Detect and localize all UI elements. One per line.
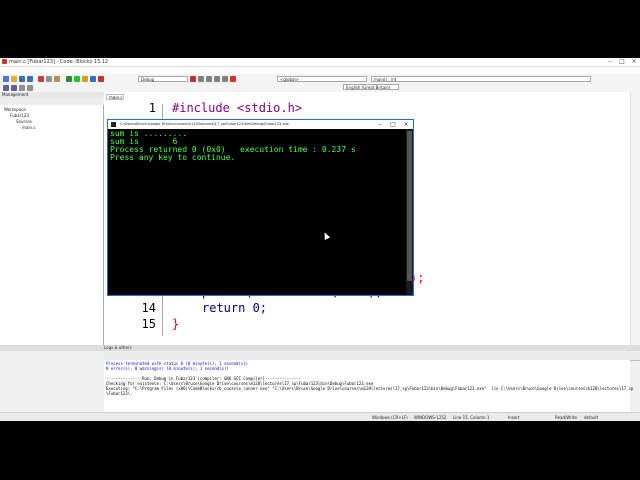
console-line: Press any key to continue. xyxy=(110,153,236,162)
toggle-bookmark-icon[interactable] xyxy=(19,85,25,91)
editor-tab-main-c[interactable]: main.c xyxy=(106,94,124,100)
abort-icon[interactable] xyxy=(98,76,104,82)
jump-forward-icon[interactable] xyxy=(11,85,17,91)
status-access: Read/Write xyxy=(555,415,577,420)
status-bar: Windows (CR+LF) WINDOWS-1252 Line 15, Co… xyxy=(0,412,640,421)
codeblocks-icon xyxy=(2,59,7,64)
tree-node[interactable]: Fubar123 xyxy=(10,113,29,118)
run-icon[interactable] xyxy=(74,76,80,82)
code-line: return 0; xyxy=(202,301,268,315)
console-minimize-button[interactable]: – xyxy=(374,120,386,129)
next-line-icon[interactable] xyxy=(206,76,212,82)
console-close-button[interactable]: × xyxy=(400,120,412,129)
scope-select[interactable]: <global> xyxy=(277,76,367,82)
toolbar: Debug <global> main() : int English (Gre… xyxy=(0,74,640,94)
tree-node[interactable]: Workspace xyxy=(4,107,26,112)
step-into-icon[interactable] xyxy=(214,76,220,82)
line-number: 1 xyxy=(148,101,156,115)
build-icon[interactable] xyxy=(66,76,72,82)
window-title: main.c [Fubar123] - Code::Blocks 13.12 xyxy=(9,59,109,65)
new-file-icon[interactable] xyxy=(3,76,9,82)
run-to-cursor-icon[interactable] xyxy=(198,76,204,82)
console-maximize-button[interactable]: □ xyxy=(387,120,399,129)
console-title-bar: C:\Users\Bruce\Google Drive\courses\m120… xyxy=(108,120,413,129)
build-target-select[interactable]: Debug xyxy=(138,76,188,82)
stop-debug-icon[interactable] xyxy=(230,76,236,82)
console-window[interactable]: C:\Users\Bruce\Google Drive\courses\m120… xyxy=(107,119,414,296)
rebuild-icon[interactable] xyxy=(90,76,96,82)
console-icon xyxy=(111,122,116,127)
open-icon[interactable] xyxy=(11,76,17,82)
console-output: sum is ......... sum is 6 Process returned… xyxy=(110,130,356,162)
copy-icon[interactable] xyxy=(46,76,52,82)
status-profile: default xyxy=(584,415,599,420)
line-number: 15 xyxy=(141,317,156,331)
title-bar: main.c [Fubar123] - Code::Blocks 13.12 –… xyxy=(0,58,640,67)
save-icon[interactable] xyxy=(19,76,25,82)
tree-node[interactable]: Sources xyxy=(16,119,32,124)
status-mode: Insert xyxy=(508,415,520,420)
paste-icon[interactable] xyxy=(54,76,60,82)
debug-icon[interactable] xyxy=(190,76,196,82)
tree-node[interactable]: main.c xyxy=(22,125,35,130)
menu-bar: FileEditViewSearchProjectBuildDebugFortr… xyxy=(0,67,640,84)
maximize-button[interactable]: □ xyxy=(616,58,628,66)
log-line: Executing: "C:\Program Files (x86)\CodeB… xyxy=(106,386,634,391)
logs-title: Logs & others xyxy=(0,345,640,351)
console-title: C:\Users\Bruce\Google Drive\courses\m120… xyxy=(120,122,289,126)
minimize-button[interactable]: – xyxy=(604,58,616,66)
log-line: 0 error(s), 0 warning(s) (0 minute(s), 1… xyxy=(106,366,229,371)
line-number: 14 xyxy=(141,301,156,315)
step-out-icon[interactable] xyxy=(222,76,228,82)
comment-icon[interactable] xyxy=(27,85,33,91)
jump-back-icon[interactable] xyxy=(3,85,9,91)
project-tree: Workspace Fubar123 Sources main.c xyxy=(0,105,104,345)
code-line: } xyxy=(172,317,180,331)
close-button[interactable]: × xyxy=(628,58,640,66)
build-run-icon[interactable] xyxy=(82,76,88,82)
editor-vertical-scrollbar[interactable] xyxy=(630,92,640,345)
symbol-select[interactable]: main() : int xyxy=(371,76,591,82)
status-eol: Windows (CR+LF) xyxy=(372,415,408,420)
console-scrollbar[interactable] xyxy=(406,129,413,295)
spell-language-select[interactable]: English (Great Britain) xyxy=(343,84,399,90)
cut-icon[interactable] xyxy=(38,76,44,82)
status-encoding: WINDOWS-1252 xyxy=(414,415,447,420)
code-line: #include <stdio.h> xyxy=(172,101,303,115)
console-scroll-thumb[interactable] xyxy=(407,131,412,281)
log-line: \Fubar123\. xyxy=(106,391,133,396)
status-position: Line 15, Column 1 xyxy=(453,415,490,420)
save-all-icon[interactable] xyxy=(27,76,33,82)
